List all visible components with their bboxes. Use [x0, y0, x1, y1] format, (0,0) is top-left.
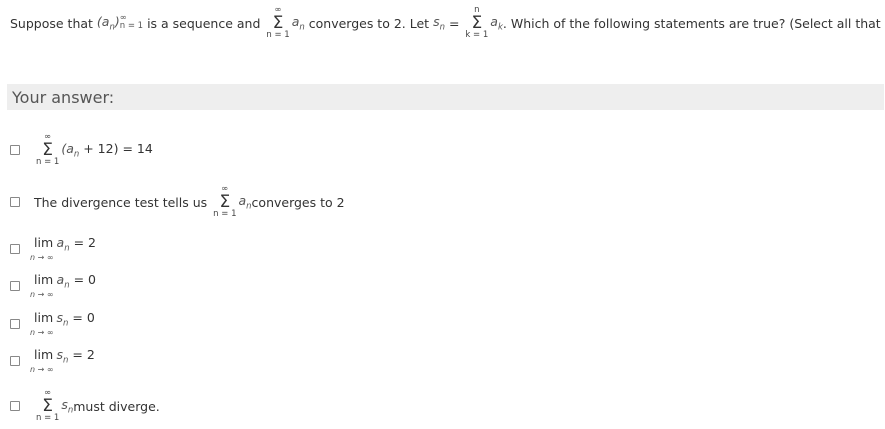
option-6[interactable]: lim n → ∞ sn = 2 [10, 347, 95, 374]
sum-notation-an: ∞ Σ n = 1 [266, 5, 290, 41]
option-3-text: an = 2 [56, 235, 96, 254]
limit-notation: lim n → ∞ [30, 347, 54, 374]
option-7[interactable]: ∞ Σ n = 1 sn must diverge. [10, 385, 160, 427]
sum-notation: ∞ Σ n = 1 [36, 132, 60, 168]
option-5[interactable]: lim n → ∞ sn = 0 [10, 310, 95, 337]
option-1[interactable]: ∞ Σ n = 1 (an + 12) = 14 [10, 128, 153, 172]
question-mid2: converges to 2. Let [308, 15, 430, 31]
question-text: Suppose that (an) ∞ n = 1 is a sequence an… [10, 6, 885, 40]
partial-sum-notation: sn [433, 13, 445, 33]
option-5-text: sn = 0 [56, 310, 95, 329]
sum-notation: ∞ Σ n = 1 [213, 184, 237, 220]
question-mid1: is a sequence and [147, 15, 261, 31]
option-5-checkbox[interactable] [10, 319, 20, 330]
option-6-text: sn = 2 [56, 347, 95, 366]
answer-header: Your answer: [7, 84, 884, 110]
option-2[interactable]: The divergence test tells us ∞ Σ n = 1 a… [10, 182, 345, 222]
option-2-text: The divergence test tells us [34, 194, 208, 210]
option-7-text: must diverge. [73, 398, 160, 414]
sum-notation-ak: n Σ k = 1 [465, 5, 489, 41]
option-4-text: an = 0 [56, 272, 96, 291]
option-3[interactable]: lim n → ∞ an = 2 [10, 235, 96, 262]
option-4[interactable]: lim n → ∞ an = 0 [10, 272, 96, 299]
limit-notation: lim n → ∞ [30, 235, 54, 262]
option-7-checkbox[interactable] [10, 401, 20, 411]
option-2-checkbox[interactable] [10, 197, 20, 207]
option-6-checkbox[interactable] [10, 356, 20, 367]
answer-label: Your answer: [12, 87, 115, 107]
option-1-checkbox[interactable] [10, 145, 20, 155]
option-2-suffix: converges to 2 [251, 194, 345, 210]
option-3-checkbox[interactable] [10, 244, 20, 255]
question-suffix: . Which of the following statements are … [502, 15, 885, 31]
option-4-checkbox[interactable] [10, 281, 20, 292]
option-1-text: (an + 12) = 14 [61, 140, 153, 160]
limit-notation: lim n → ∞ [30, 310, 54, 337]
limit-notation: lim n → ∞ [30, 272, 54, 299]
sum-notation: ∞ Σ n = 1 [36, 388, 60, 424]
sequence-notation: (an) ∞ n = 1 [96, 12, 144, 33]
question-prefix: Suppose that [10, 15, 93, 31]
